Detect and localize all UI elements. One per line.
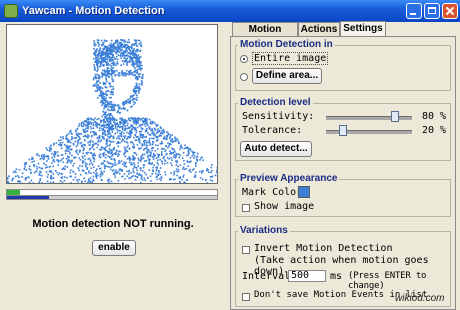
- watermark: wikiod.com: [395, 293, 445, 304]
- title-bar: Yawcam - Motion Detection: [0, 0, 460, 22]
- sensitivity-slider-thumb[interactable]: [390, 111, 399, 122]
- detection-in-group: Motion Detection in Entire image Define …: [235, 39, 451, 91]
- tolerance-label: Tolerance:: [242, 125, 303, 136]
- tab-motion-events[interactable]: Motion Events: [232, 22, 298, 49]
- invert-motion-checkbox[interactable]: [242, 246, 250, 254]
- minimize-button[interactable]: [406, 3, 422, 19]
- tolerance-value: 20 %: [422, 125, 447, 136]
- motion-preview: [6, 24, 218, 184]
- settings-panel: Motion Detection in Entire image Define …: [230, 36, 456, 310]
- group-title: Detection level: [238, 97, 313, 108]
- interval-unit: ms: [330, 271, 343, 282]
- group-title: Variations: [238, 225, 290, 236]
- preview-appearance-group: Preview Appearance Mark Color: Show imag…: [235, 173, 451, 217]
- define-area-button[interactable]: Define area...: [252, 68, 322, 84]
- interval-hint: (Press ENTER to change): [348, 271, 427, 291]
- level-progress-bar: [6, 195, 218, 200]
- show-image-checkbox[interactable]: [242, 204, 250, 212]
- entire-image-radio[interactable]: [240, 55, 248, 63]
- status-text: Motion detection NOT running.: [32, 218, 194, 230]
- window-title: Yawcam - Motion Detection: [22, 5, 165, 17]
- close-button[interactable]: [442, 3, 458, 19]
- enable-button[interactable]: enable: [92, 240, 136, 256]
- yawcam-icon: [4, 4, 18, 18]
- auto-detect-button[interactable]: Auto detect...: [240, 141, 312, 157]
- tab-settings[interactable]: Settings: [340, 21, 386, 37]
- tab-actions[interactable]: Actions: [298, 22, 340, 36]
- detection-level-group: Detection level Sensitivity: 80 % Tolera…: [235, 97, 451, 161]
- maximize-button[interactable]: [424, 3, 440, 19]
- tolerance-slider-thumb[interactable]: [339, 125, 348, 136]
- mark-color-swatch[interactable]: [298, 186, 310, 198]
- entire-image-label: Entire image: [252, 52, 329, 65]
- sensitivity-value: 80 %: [422, 111, 447, 122]
- motion-dots-image: [7, 39, 217, 183]
- define-area-radio[interactable]: [240, 73, 248, 81]
- show-image-label: Show image: [254, 201, 315, 212]
- sensitivity-slider[interactable]: [326, 116, 412, 120]
- interval-input[interactable]: 500: [288, 270, 326, 282]
- group-title: Preview Appearance: [238, 173, 340, 184]
- invert-motion-label: Invert Motion Detection: [254, 243, 393, 254]
- group-title: Motion Detection in: [238, 39, 335, 50]
- level-progress-fill: [7, 196, 49, 199]
- dont-save-checkbox[interactable]: [242, 293, 250, 301]
- sensitivity-label: Sensitivity:: [242, 111, 315, 122]
